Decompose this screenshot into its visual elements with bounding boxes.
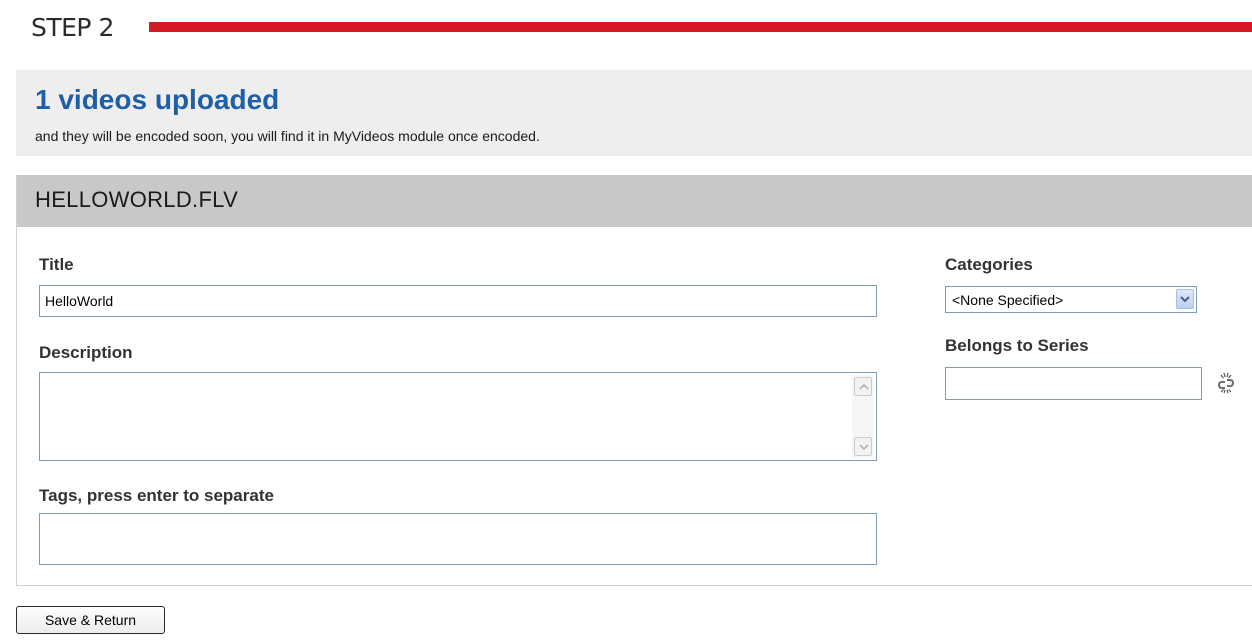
video-file-header: HELLOWORLD.FLV xyxy=(17,175,1252,227)
save-return-button[interactable]: Save & Return xyxy=(16,606,165,634)
title-label: Title xyxy=(39,255,74,274)
step-title: STEP 2 xyxy=(31,13,114,42)
categories-selected-value: <None Specified> xyxy=(952,292,1064,308)
series-input[interactable] xyxy=(945,367,1202,400)
upload-summary-panel: 1 videos uploaded and they will be encod… xyxy=(16,70,1252,156)
tags-input[interactable] xyxy=(39,513,877,565)
chevron-down-icon[interactable] xyxy=(1176,289,1194,309)
upload-heading: 1 videos uploaded xyxy=(35,84,280,115)
categories-label: Categories xyxy=(945,255,1033,274)
description-scrollbar[interactable] xyxy=(852,375,874,458)
series-label: Belongs to Series xyxy=(945,336,1089,355)
video-file-name: HELLOWORLD.FLV xyxy=(35,187,239,212)
step-header: STEP 2 xyxy=(31,10,1252,46)
title-input[interactable] xyxy=(39,285,877,317)
categories-select[interactable]: <None Specified> xyxy=(945,286,1197,313)
upload-message: and they will be encoded soon, you will … xyxy=(35,128,540,144)
scroll-down-icon[interactable] xyxy=(854,437,872,456)
tags-label: Tags, press enter to separate xyxy=(39,486,274,505)
description-textarea[interactable] xyxy=(39,372,877,461)
step-accent-bar xyxy=(149,22,1252,32)
broken-link-icon[interactable] xyxy=(1214,370,1238,396)
description-label: Description xyxy=(39,343,133,362)
scroll-up-icon[interactable] xyxy=(854,377,872,396)
